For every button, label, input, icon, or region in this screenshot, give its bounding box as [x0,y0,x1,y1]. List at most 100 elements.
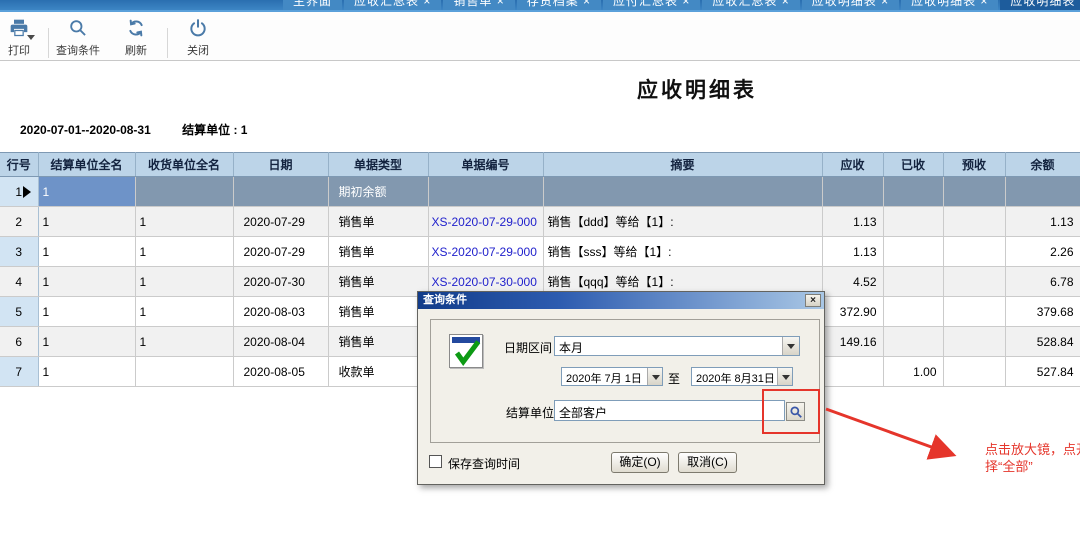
annotation-text: 点击放大镜，点开选 择“全部” [985,441,1080,475]
row-number: 3 [0,237,38,267]
page-title: 应收明细表 [637,74,757,104]
cell-unit-name: 1 [38,177,135,207]
cell-receiver-name: 1 [135,267,233,297]
tab-label: 应收明细表 × [911,0,988,11]
tab-label: 应付汇总表 × [613,0,690,11]
cell-date [233,177,328,207]
cell-receivable: 4.52 [822,267,883,297]
cell-doc-no[interactable]: XS-2020-07-29-000 [428,207,543,237]
cell-receiver-name [135,177,233,207]
cell-received [883,297,943,327]
cell-balance: 2.26 [1005,237,1080,267]
ok-button[interactable]: 确定(O) [611,452,669,473]
tab-应付汇总表[interactable]: 应付汇总表 × [603,0,700,12]
settle-unit-input[interactable]: 全部客户 [554,400,785,421]
tab-label: 应收汇总表 × [354,0,431,11]
cell-doc-type: 销售单 [328,207,428,237]
cell-doc-no[interactable]: XS-2020-07-29-000 [428,237,543,267]
column-header[interactable]: 单据类型 [328,153,428,177]
cell-unit-name: 1 [38,237,135,267]
cell-unit-name: 1 [38,327,135,357]
refresh-label: 刷新 [125,45,147,57]
cell-prepaid [943,297,1005,327]
column-header[interactable]: 收货单位全名 [135,153,233,177]
cell-receivable: 1.13 [822,237,883,267]
printer-icon [0,18,42,40]
tab-销售单[interactable]: 销售单 × [443,0,514,12]
chevron-down-icon[interactable] [777,368,792,385]
dialog-title[interactable]: 查询条件 [418,292,824,309]
cell-doc-type: 期初余额 [328,177,428,207]
date-from-picker[interactable]: 2020年 7月 1日 [561,367,663,386]
search-icon [51,18,105,40]
cell-date: 2020-08-03 [233,297,328,327]
annotation-line1: 点击放大镜，点开选 [985,441,1080,458]
date-to-picker[interactable]: 2020年 8月31日 [691,367,793,386]
tab-存货档案[interactable]: 存货档案 × [517,0,601,12]
column-header[interactable]: 日期 [233,153,328,177]
print-dropdown-caret-icon[interactable] [27,35,35,44]
cell-doc-type: 销售单 [328,327,428,357]
table-row[interactable]: 2112020-07-29销售单XS-2020-07-29-000销售【ddd】… [0,207,1080,237]
report-info-line: 2020-07-01--2020-08-31 结算单位 : 1 [20,121,247,138]
date-to-value: 2020年 8月31日 [696,370,776,386]
query-check-icon [449,334,483,368]
tab-应收明细表[interactable]: 应收明细表 [1000,0,1080,12]
power-icon [175,18,221,40]
cell-unit-name: 1 [38,357,135,387]
cell-unit-name: 1 [38,207,135,237]
cell-date: 2020-08-04 [233,327,328,357]
tab-应收明细表[interactable]: 应收明细表 × [802,0,899,12]
tab-应收明细表[interactable]: 应收明细表 × [901,0,998,12]
cell-receiver-name [135,357,233,387]
cell-received [883,177,943,207]
column-header[interactable]: 结算单位全名 [38,153,135,177]
cell-receivable [822,177,883,207]
toolbar-separator [48,28,49,58]
date-range-select[interactable]: 本月 [554,336,800,356]
print-button[interactable]: 打印 [0,18,42,58]
cell-prepaid [943,357,1005,387]
tab-主界面[interactable]: 主界面 [283,0,342,12]
close-button[interactable]: 关闭 [175,18,221,58]
cell-doc-type: 销售单 [328,297,428,327]
settle-unit-label: 结算单位 [506,404,554,421]
cell-balance: 379.68 [1005,297,1080,327]
tab-应收汇总表[interactable]: 应收汇总表 × [344,0,441,12]
table-row[interactable]: 3112020-07-29销售单XS-2020-07-29-000销售【sss】… [0,237,1080,267]
row-number: 2 [0,207,38,237]
cell-unit-name: 1 [38,267,135,297]
cell-prepaid [943,327,1005,357]
column-header[interactable]: 应收 [822,153,883,177]
column-header[interactable]: 预收 [943,153,1005,177]
cell-summary: 销售【sss】等给【1】: [543,237,822,267]
tab-应收汇总表[interactable]: 应收汇总表 × [702,0,799,12]
column-header[interactable]: 行号 [0,153,38,177]
column-header[interactable]: 已收 [883,153,943,177]
tab-label: 存货档案 × [527,0,591,11]
chevron-down-icon[interactable] [647,368,662,385]
cell-date: 2020-07-30 [233,267,328,297]
refresh-button[interactable]: 刷新 [113,18,159,58]
cell-prepaid [943,177,1005,207]
dialog-close-icon[interactable]: × [805,294,821,307]
refresh-icon [113,18,159,40]
cell-received: 1.00 [883,357,943,387]
cell-receivable: 149.16 [822,327,883,357]
cancel-button[interactable]: 取消(C) [678,452,737,473]
tab-bar: 主界面应收汇总表 ×销售单 ×存货档案 ×应付汇总表 ×应收汇总表 ×应收明细表… [0,0,1080,12]
save-query-checkbox[interactable] [429,455,442,468]
column-header[interactable]: 摘要 [543,153,822,177]
cell-unit-name: 1 [38,297,135,327]
save-query-label: 保存查询时间 [448,455,520,472]
cell-doc-no [428,177,543,207]
query-conditions-button[interactable]: 查询条件 [51,18,105,58]
column-header[interactable]: 余额 [1005,153,1080,177]
column-header[interactable]: 单据编号 [428,153,543,177]
annotation-highlight-box [762,389,820,434]
table-row[interactable]: 11期初余额 [0,177,1080,207]
cell-doc-type: 销售单 [328,237,428,267]
cell-balance: 528.84 [1005,327,1080,357]
chevron-down-icon[interactable] [782,337,799,355]
cell-receivable: 372.90 [822,297,883,327]
